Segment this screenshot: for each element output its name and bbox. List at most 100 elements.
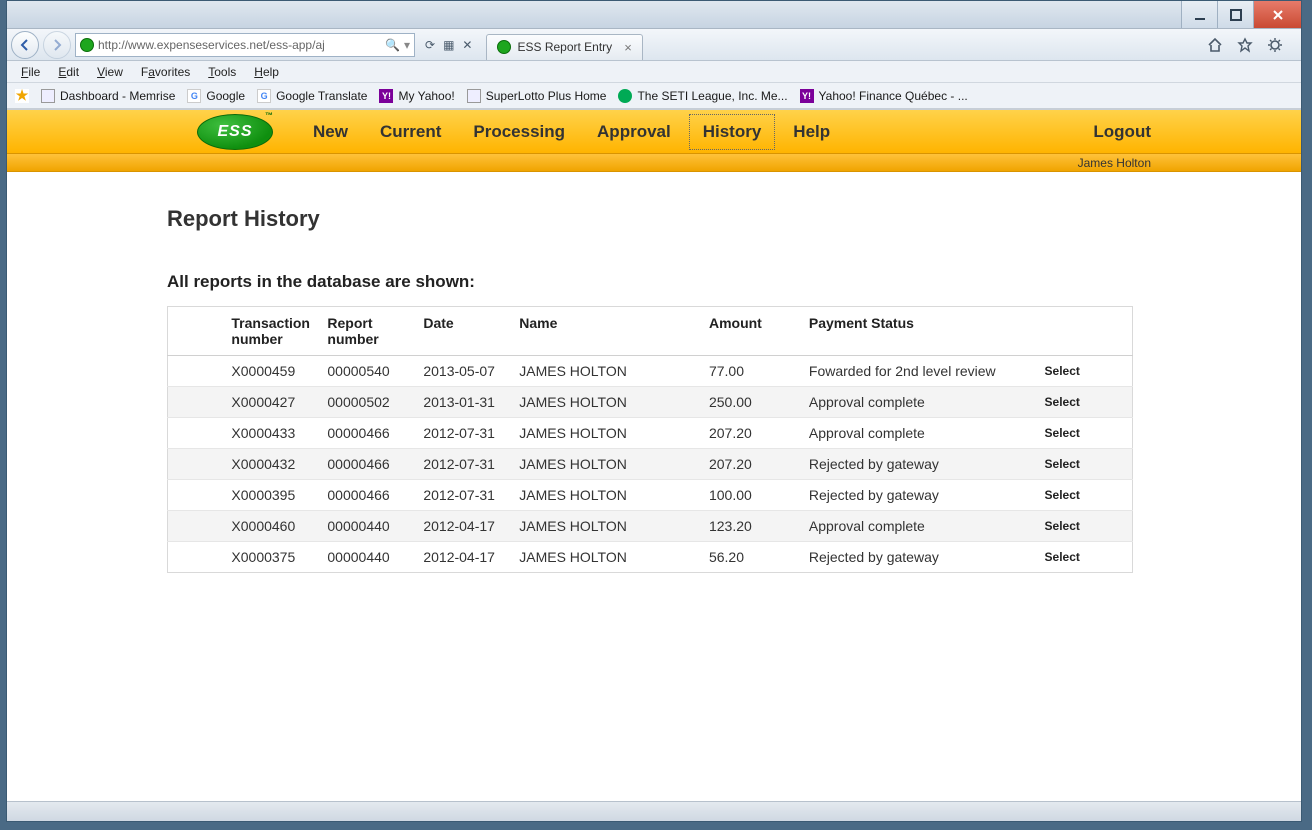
app-nav: NewCurrentProcessingApprovalHistoryHelp	[297, 112, 846, 152]
browser-nav-bar: http://www.expenseservices.net/ess-app/a…	[7, 29, 1301, 61]
tools-icon[interactable]	[1267, 37, 1283, 53]
address-dropdown-icon[interactable]: ▾	[404, 38, 410, 52]
row-leading-cell	[168, 511, 224, 542]
forward-button[interactable]	[43, 31, 71, 59]
table-row: X0000459000005402013-05-07JAMES HOLTON77…	[168, 356, 1133, 387]
app-header: ESS NewCurrentProcessingApprovalHistoryH…	[7, 110, 1301, 154]
compat-button[interactable]: ▦	[443, 38, 454, 52]
favorite-link[interactable]: Y!Yahoo! Finance Québec - ...	[800, 89, 968, 103]
select-button[interactable]: Select	[1037, 511, 1133, 542]
cell-amount: 77.00	[701, 356, 801, 387]
cell-amount: 56.20	[701, 542, 801, 573]
menu-favorites[interactable]: Favorites	[133, 63, 198, 81]
favorite-favicon: G	[257, 89, 271, 103]
cell-report-number: 00000466	[319, 449, 415, 480]
menu-file[interactable]: File	[13, 63, 48, 81]
cell-name: JAMES HOLTON	[511, 387, 701, 418]
favorite-favicon: G	[187, 89, 201, 103]
favorite-label: Dashboard - Memrise	[60, 89, 175, 103]
cell-payment-status: Approval complete	[801, 511, 1037, 542]
cell-report-number: 00000466	[319, 418, 415, 449]
back-button[interactable]	[11, 31, 39, 59]
menu-help[interactable]: Help	[246, 63, 287, 81]
cell-amount: 207.20	[701, 449, 801, 480]
cell-payment-status: Approval complete	[801, 387, 1037, 418]
cell-payment-status: Rejected by gateway	[801, 449, 1037, 480]
favorite-favicon: Y!	[800, 89, 814, 103]
cell-transaction-number: X0000459	[223, 356, 319, 387]
row-leading-cell	[168, 480, 224, 511]
select-button[interactable]: Select	[1037, 356, 1133, 387]
cell-name: JAMES HOLTON	[511, 480, 701, 511]
browser-tab[interactable]: ESS Report Entry ×	[486, 34, 642, 60]
nav-processing[interactable]: Processing	[457, 112, 581, 152]
column-header	[168, 307, 224, 356]
favorites-icon[interactable]	[1237, 37, 1253, 53]
nav-history[interactable]: History	[687, 112, 778, 152]
favorite-link[interactable]: GGoogle	[187, 89, 245, 103]
favorite-link[interactable]: The SETI League, Inc. Me...	[618, 89, 787, 103]
cell-payment-status: Approval complete	[801, 418, 1037, 449]
cell-amount: 207.20	[701, 418, 801, 449]
refresh-button[interactable]: ⟳	[425, 38, 435, 52]
column-header: Transactionnumber	[223, 307, 319, 356]
menu-view[interactable]: View	[89, 63, 131, 81]
add-favorite-button[interactable]: ★	[15, 89, 29, 103]
favorite-link[interactable]: Y!My Yahoo!	[379, 89, 454, 103]
tab-title: ESS Report Entry	[517, 40, 612, 54]
cell-amount: 100.00	[701, 480, 801, 511]
cell-report-number: 00000466	[319, 480, 415, 511]
cell-name: JAMES HOLTON	[511, 356, 701, 387]
select-button[interactable]: Select	[1037, 418, 1133, 449]
cell-date: 2013-01-31	[415, 387, 511, 418]
home-icon[interactable]	[1207, 37, 1223, 53]
nav-help[interactable]: Help	[777, 112, 846, 152]
nav-new[interactable]: New	[297, 112, 364, 152]
search-icon[interactable]: 🔍	[385, 38, 400, 52]
select-button[interactable]: Select	[1037, 449, 1133, 480]
tab-favicon	[497, 40, 511, 54]
column-header: Date	[415, 307, 511, 356]
select-button[interactable]: Select	[1037, 387, 1133, 418]
menu-edit[interactable]: Edit	[50, 63, 87, 81]
window-minimize-button[interactable]	[1181, 1, 1217, 28]
cell-transaction-number: X0000432	[223, 449, 319, 480]
favorite-link[interactable]: Dashboard - Memrise	[41, 89, 175, 103]
window-close-button[interactable]	[1253, 1, 1301, 28]
column-header: Payment Status	[801, 307, 1037, 356]
cell-date: 2013-05-07	[415, 356, 511, 387]
cell-report-number: 00000440	[319, 511, 415, 542]
cell-date: 2012-07-31	[415, 449, 511, 480]
select-button[interactable]: Select	[1037, 542, 1133, 573]
menu-tools[interactable]: Tools	[200, 63, 244, 81]
table-row: X0000432000004662012-07-31JAMES HOLTON20…	[168, 449, 1133, 480]
page-subtitle: All reports in the database are shown:	[167, 272, 1007, 292]
row-leading-cell	[168, 542, 224, 573]
cell-report-number: 00000540	[319, 356, 415, 387]
cell-report-number: 00000440	[319, 542, 415, 573]
cell-transaction-number: X0000460	[223, 511, 319, 542]
window-maximize-button[interactable]	[1217, 1, 1253, 28]
stop-button[interactable]: ✕	[462, 38, 472, 52]
nav-controls: ⟳ ▦ ✕	[419, 38, 478, 52]
page-title: Report History	[167, 206, 1007, 232]
favorite-favicon	[467, 89, 481, 103]
table-row: X0000427000005022013-01-31JAMES HOLTON25…	[168, 387, 1133, 418]
logout-link[interactable]: Logout	[1093, 122, 1151, 142]
favorite-link[interactable]: SuperLotto Plus Home	[467, 89, 607, 103]
ess-logo-text: ESS	[217, 123, 252, 141]
favorite-link[interactable]: G Google Translate	[257, 89, 367, 103]
nav-approval[interactable]: Approval	[581, 112, 687, 152]
cell-transaction-number: X0000427	[223, 387, 319, 418]
cell-name: JAMES HOLTON	[511, 542, 701, 573]
tab-close-button[interactable]: ×	[618, 40, 632, 55]
favorite-label: Google Translate	[276, 89, 367, 103]
favorite-favicon	[618, 89, 632, 103]
address-bar[interactable]: http://www.expenseservices.net/ess-app/a…	[75, 33, 415, 57]
row-leading-cell	[168, 449, 224, 480]
select-button[interactable]: Select	[1037, 480, 1133, 511]
ess-logo[interactable]: ESS	[197, 114, 273, 150]
table-row: X0000375000004402012-04-17JAMES HOLTON56…	[168, 542, 1133, 573]
cell-date: 2012-07-31	[415, 480, 511, 511]
nav-current[interactable]: Current	[364, 112, 457, 152]
